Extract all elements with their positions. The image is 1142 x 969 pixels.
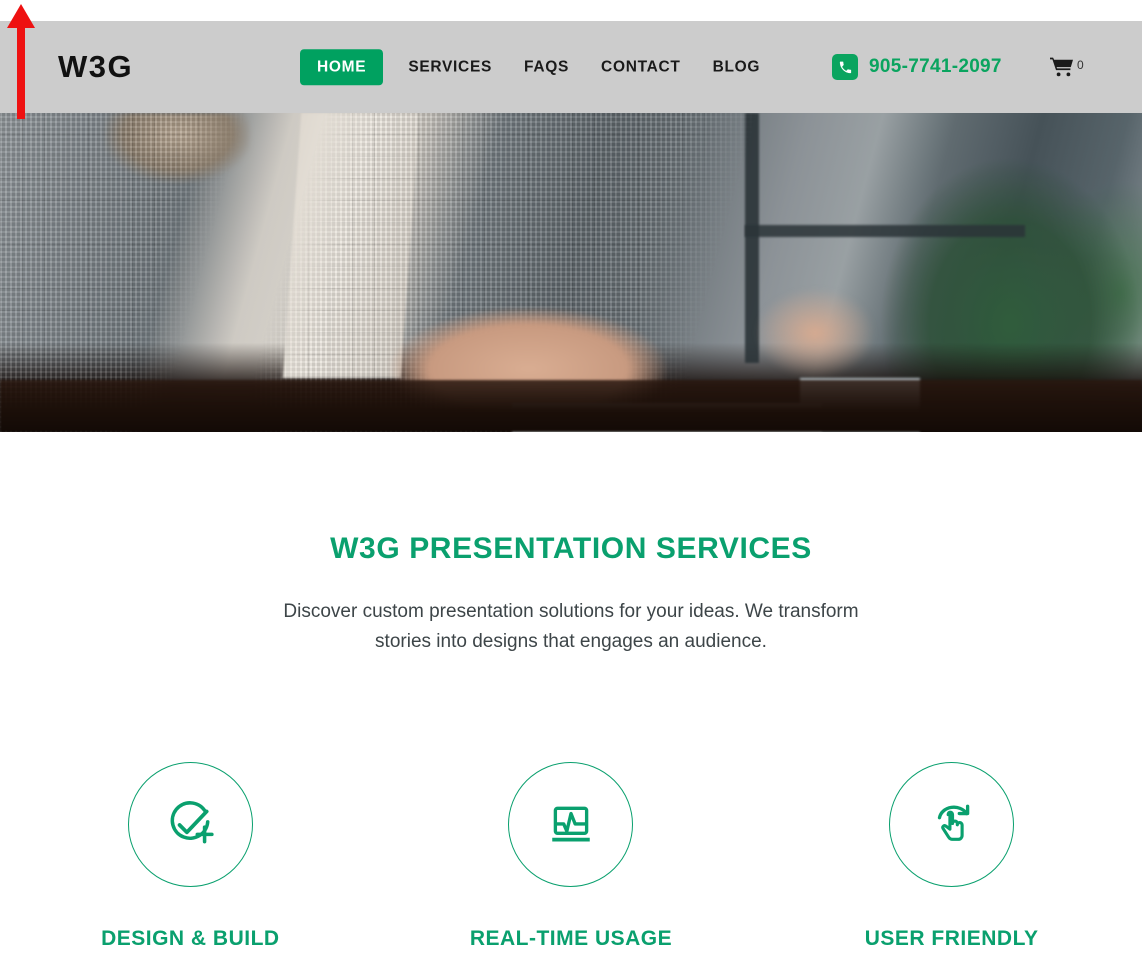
nav-item-home[interactable]: HOME — [300, 49, 384, 85]
hero-banner-image — [0, 113, 1142, 432]
phone-icon — [832, 54, 858, 80]
hero-photo-desk — [0, 380, 1142, 432]
feature-card-real-time-usage[interactable]: REAL-TIME USAGE — [381, 762, 762, 951]
feature-icon-circle — [127, 762, 253, 887]
nav-item-blog[interactable]: BLOG — [697, 59, 777, 75]
feature-icon-circle — [889, 762, 1015, 887]
feature-icon-circle — [508, 762, 634, 887]
nav-item-contact[interactable]: CONTACT — [585, 59, 697, 75]
site-logo[interactable]: W3G — [58, 49, 133, 85]
nav-item-faqs[interactable]: FAQS — [508, 59, 585, 75]
main-navigation: HOME SERVICES FAQS CONTACT BLOG — [300, 49, 776, 85]
hero-photo-right-hand — [740, 278, 890, 388]
feature-title: USER FRIENDLY — [864, 927, 1039, 950]
monitor-pulse-chart-icon — [552, 806, 590, 841]
feature-title: REAL-TIME USAGE — [469, 927, 673, 950]
phone-number[interactable]: 905-7741-2097 — [869, 56, 1002, 78]
hand-pointer-refresh-icon — [937, 804, 969, 841]
feature-title: DESIGN & BUILD — [101, 927, 280, 950]
top-white-strip — [0, 0, 1142, 21]
nav-item-services[interactable]: SERVICES — [392, 59, 508, 75]
cart-count: 0 — [1077, 58, 1084, 72]
shopping-cart-icon[interactable] — [1050, 56, 1074, 78]
cart-block[interactable]: 0 — [1050, 56, 1084, 78]
contact-phone-block[interactable]: 905-7741-2097 — [832, 54, 1002, 80]
site-header: W3G HOME SERVICES FAQS CONTACT BLOG 905-… — [0, 21, 1142, 113]
features-row: DESIGN & BUILD REAL-TIME USAGE USER FRIE… — [0, 762, 1142, 951]
page-subtitle: Discover custom presentation solutions f… — [283, 601, 859, 652]
main-content: W3G PRESENTATION SERVICES Discover custo… — [0, 432, 1142, 969]
page-root: W3G HOME SERVICES FAQS CONTACT BLOG 905-… — [0, 0, 1142, 969]
feature-card-user-friendly[interactable]: USER FRIENDLY — [761, 762, 1142, 951]
circle-check-plus-icon — [170, 800, 214, 843]
page-title: W3G PRESENTATION SERVICES — [330, 532, 812, 565]
feature-card-design-build[interactable]: DESIGN & BUILD — [0, 762, 381, 951]
